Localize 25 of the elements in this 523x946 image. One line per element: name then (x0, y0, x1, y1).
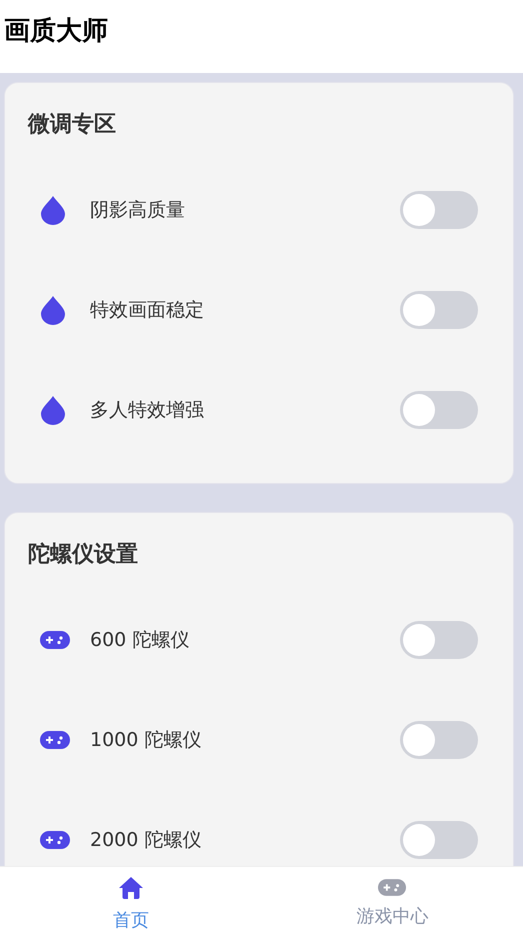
gamepad-icon (40, 731, 70, 749)
setting-label: 1000 陀螺仪 (90, 728, 202, 753)
drop-icon (40, 295, 66, 325)
setting-label: 阴影高质量 (90, 198, 186, 223)
toggle-switch[interactable] (400, 821, 478, 859)
setting-label: 600 陀螺仪 (90, 628, 190, 653)
toggle-switch[interactable] (400, 291, 478, 329)
toggle-switch[interactable] (400, 621, 478, 659)
gamepad-icon (40, 631, 70, 649)
setting-label: 2000 陀螺仪 (90, 828, 202, 853)
gamepad-icon (40, 831, 70, 849)
toggle-switch[interactable] (400, 391, 478, 429)
drop-icon (40, 395, 66, 425)
home-icon (118, 876, 144, 900)
section-title: 陀螺仪设置 (27, 541, 139, 569)
setting-label: 特效画面稳定 (90, 298, 205, 323)
drop-icon (40, 195, 66, 225)
gamepad-icon (378, 879, 406, 896)
toggle-switch[interactable] (400, 191, 478, 229)
page-title: 画质大师 (4, 15, 108, 48)
setting-label: 多人特效增强 (90, 398, 205, 423)
toggle-switch[interactable] (400, 721, 478, 759)
tab-item[interactable]: 游戏中心 (262, 867, 523, 946)
tab-item[interactable]: 首页 (0, 867, 262, 946)
section-title: 微调专区 (26, 111, 117, 139)
